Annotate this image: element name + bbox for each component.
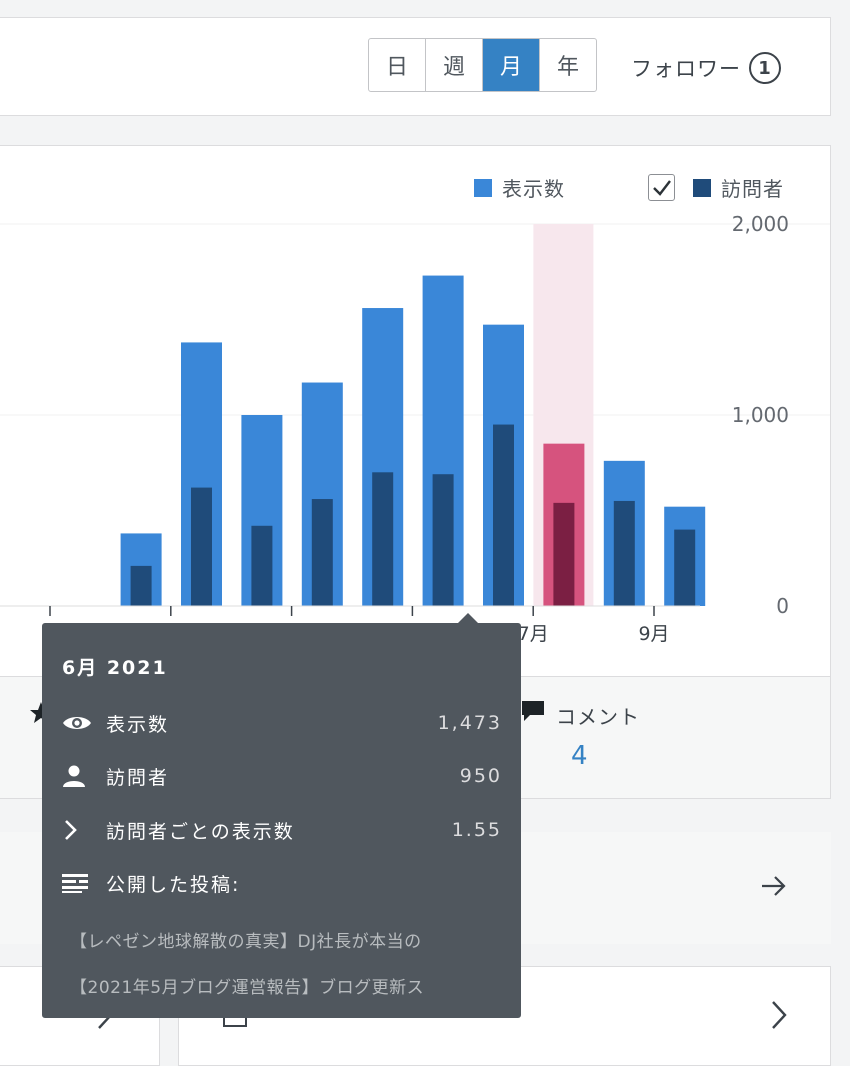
chart-tooltip: 6月 2021 表示数 1,473 訪問者 950 訪問者ごとの表示数 1.55… — [42, 613, 521, 1018]
bar-chart: 2,0001,000011357月9月 — [0, 212, 830, 645]
tooltip-posts-label: 公開した投稿: — [106, 873, 241, 896]
tooltip-visitors-label: 訪問者 — [106, 766, 170, 789]
tooltip-views-per-visitor-label: 訪問者ごとの表示数 — [106, 820, 295, 843]
posts-list-icon — [62, 868, 94, 898]
comments-value[interactable]: 4 — [571, 741, 588, 771]
tooltip-views-label: 表示数 — [106, 713, 170, 736]
tooltip-row-posts: 公開した投稿: — [62, 868, 502, 898]
bar-visitors — [493, 424, 514, 606]
bar-visitors — [191, 487, 212, 606]
comments-label: コメント — [556, 705, 640, 729]
tooltip-views-per-visitor-value: 1.55 — [451, 819, 502, 841]
tooltip-title: 6月 2021 — [62, 657, 168, 679]
bar-visitors — [432, 474, 454, 606]
tooltip-arrow — [458, 613, 478, 623]
y-tick-label: 2,000 — [732, 212, 789, 236]
bar-visitors — [372, 472, 394, 606]
bar-visitors — [674, 529, 696, 606]
bar-visitors — [553, 502, 575, 606]
tooltip-visitors-value: 950 — [459, 765, 502, 787]
y-tick-label: 1,000 — [732, 403, 789, 427]
y-tick-label: 0 — [776, 594, 789, 618]
chevron-right-icon — [772, 1001, 787, 1029]
person-icon — [62, 761, 94, 791]
tooltip-row-visitors: 訪問者 950 — [62, 761, 502, 791]
tooltip-views-value: 1,473 — [437, 712, 502, 734]
eye-icon — [62, 708, 94, 738]
x-tick-label: 9月 — [638, 623, 669, 645]
tooltip-row-views-per-visitor: 訪問者ごとの表示数 1.55 — [62, 815, 502, 845]
bar-visitors — [311, 499, 333, 606]
chevron-right-icon — [62, 815, 94, 845]
bar-visitors — [130, 565, 152, 606]
x-tick-label: 7月 — [518, 623, 549, 645]
bar-visitors — [251, 525, 273, 606]
tooltip-post-link[interactable]: 【レペゼン地球解散の真実】DJ社長が本当の — [70, 927, 518, 952]
tooltip-row-views: 表示数 1,473 — [62, 708, 502, 738]
arrow-right-icon[interactable] — [760, 874, 788, 898]
tooltip-post-link[interactable]: 【2021年5月ブログ運営報告】ブログ更新ス — [70, 973, 518, 998]
bar-visitors — [613, 500, 635, 606]
comment-icon — [522, 701, 544, 721]
